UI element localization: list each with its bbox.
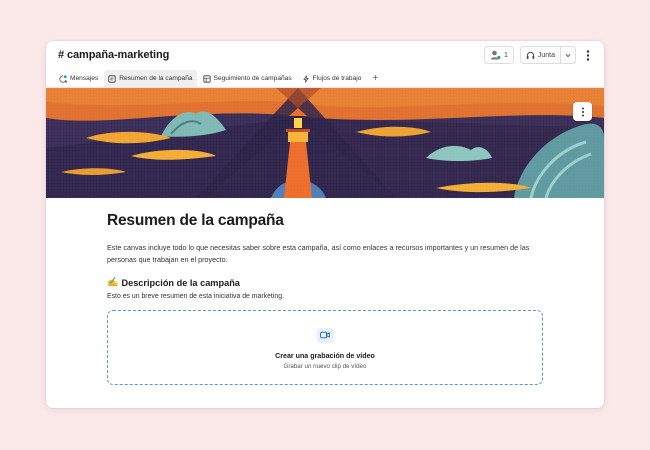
video-title: Crear una grabación de vídeo [275,351,375,360]
canvas-banner-image [46,88,604,198]
huddle-label: Junta [537,51,555,59]
channel-tabs: Mensajes Resumen de la campaña Seguimien… [46,69,604,88]
huddle-control: Junta [519,46,576,64]
video-camera-icon [320,331,330,339]
tab-resumen[interactable]: Resumen de la campaña [104,70,197,87]
intro-paragraph[interactable]: Este canvas incluye todo lo que necesita… [107,242,543,265]
tab-label: Resumen de la campaña [119,75,193,82]
tab-label: Seguimiento de campañas [213,75,292,82]
members-button[interactable]: 1 [483,46,514,64]
canvas-window: # campaña-marketing 1 Junta Mensajes Res… [46,41,604,408]
section-description[interactable]: Esto es un breve resumen de esta iniciat… [107,293,543,300]
member-count: 1 [503,51,508,59]
video-icon-container [316,327,334,343]
huddle-button[interactable]: Junta [521,47,561,63]
canvas-content: Resumen de la campaña Este canvas incluy… [107,212,543,385]
add-tab-button[interactable]: + [367,70,383,87]
writing-hand-icon: ✍️ [107,277,119,287]
lightning-icon [303,74,309,83]
tab-seguimiento[interactable]: Seguimiento de campañas [199,70,296,87]
more-options-button[interactable] [582,47,594,63]
tab-label: Flujos de trabajo [312,75,362,82]
huddle-dropdown[interactable] [561,47,575,63]
lighthouse-illustration [46,88,604,198]
channel-title[interactable]: # campaña-marketing [58,49,169,61]
chevron-down-icon [565,53,571,57]
headphones-icon [526,51,535,59]
tab-label: Mensajes [70,75,99,82]
message-icon [59,74,67,83]
banner-options-button[interactable] [573,102,592,121]
section-heading[interactable]: ✍️ Descripción de la campaña [107,277,543,288]
vertical-dots-icon [581,107,584,116]
video-subtitle: Grabar un nuevo clip de vídeo [283,362,367,370]
vertical-dots-icon [586,49,590,61]
section-heading-text: Descripción de la campaña [121,277,240,288]
person-icon [490,50,501,60]
channel-header: # campaña-marketing 1 Junta [46,41,604,69]
canvas-icon [108,74,116,83]
page-title[interactable]: Resumen de la campaña [107,212,543,230]
tab-mensajes[interactable]: Mensajes [55,70,102,87]
tab-flujos[interactable]: Flujos de trabajo [298,70,366,87]
list-icon [202,74,211,83]
video-recording-placeholder[interactable]: Crear una grabación de vídeo Grabar un n… [107,310,543,385]
